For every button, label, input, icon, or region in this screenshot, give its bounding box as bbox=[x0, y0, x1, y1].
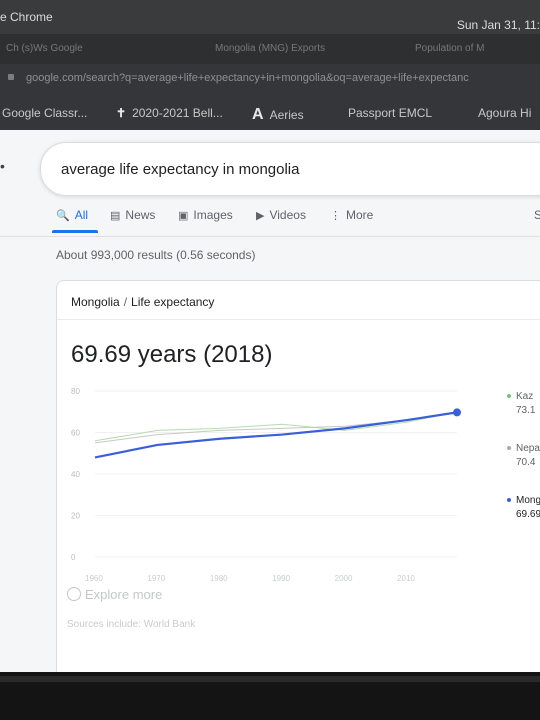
tab-1[interactable]: Ch (s)Ws Google bbox=[6, 43, 83, 54]
lock-icon bbox=[8, 74, 14, 80]
image-icon: ▣ bbox=[178, 210, 189, 222]
cross-icon: ✝ bbox=[116, 106, 127, 120]
bookmark-passport[interactable]: Passport EMCL bbox=[348, 106, 432, 120]
legend-value: 69.69 bbox=[516, 509, 540, 520]
google-logo-fragment-icon[interactable]: • bbox=[0, 158, 5, 174]
monitor-bezel bbox=[0, 672, 540, 720]
mac-menu-bar: e Chrome Sun Jan 31, 11: bbox=[0, 0, 540, 34]
tab-more[interactable]: ⋮ More bbox=[330, 208, 373, 222]
explore-label: Explore more bbox=[85, 587, 163, 602]
tab-label: Videos bbox=[269, 208, 306, 222]
bookmark-bell-schedule[interactable]: ✝ 2020-2021 Bell... bbox=[116, 106, 223, 120]
explore-icon bbox=[67, 587, 81, 601]
tab-label: More bbox=[346, 208, 374, 222]
tab-2[interactable]: Mongolia (MNG) Exports bbox=[215, 43, 325, 54]
news-icon: ▤ bbox=[110, 210, 121, 222]
y-tick-label: 80 bbox=[71, 387, 80, 396]
address-bar[interactable]: google.com/search?q=average+life+expecta… bbox=[0, 64, 540, 94]
bookmark-google-classroom[interactable]: Google Classr... bbox=[2, 106, 87, 120]
divider bbox=[57, 319, 540, 320]
legend-name: Kaz bbox=[516, 391, 534, 402]
y-tick-label: 20 bbox=[71, 512, 80, 521]
active-tab-indicator bbox=[52, 230, 98, 233]
more-icon: ⋮ bbox=[330, 210, 341, 222]
series-line-mong[interactable] bbox=[94, 411, 458, 459]
series-line-kaz[interactable] bbox=[94, 411, 458, 442]
legend-dot bbox=[507, 498, 511, 503]
tab-videos[interactable]: ▶ Videos bbox=[256, 208, 306, 222]
tab-all[interactable]: 🔍 All bbox=[52, 208, 98, 233]
url-text[interactable]: google.com/search?q=average+life+expecta… bbox=[26, 72, 469, 84]
aeries-logo-icon: A bbox=[252, 106, 264, 123]
y-tick-label: 60 bbox=[71, 429, 80, 438]
tab-images[interactable]: ▣ Images bbox=[178, 208, 233, 222]
breadcrumb: Mongolia / Life expectancy bbox=[71, 295, 214, 309]
bookmark-label: Agoura Hi bbox=[478, 106, 532, 120]
clock: Sun Jan 31, 11: bbox=[456, 18, 540, 32]
bookmark-label: Google Classr... bbox=[2, 106, 88, 120]
results-count: About 993,000 results (0.56 seconds) bbox=[56, 248, 256, 262]
legend-item-kazakhstan[interactable]: Kaz 73.1 bbox=[507, 391, 535, 416]
x-tick-label: 1970 bbox=[147, 574, 165, 583]
legend-item-nepal[interactable]: Nepa 70.4 bbox=[507, 443, 540, 468]
legend-name: Nepa bbox=[516, 443, 540, 454]
tab-label: News bbox=[125, 208, 156, 222]
series-endpoint[interactable] bbox=[453, 408, 461, 417]
x-tick-label: 2000 bbox=[335, 574, 353, 583]
explore-more-link[interactable]: Explore more bbox=[67, 587, 162, 602]
tab-label: Images bbox=[193, 208, 233, 222]
breadcrumb-topic: Life expectancy bbox=[131, 295, 215, 309]
tab-3[interactable]: Population of M bbox=[415, 43, 485, 54]
legend-value: 73.1 bbox=[516, 405, 536, 416]
bookmarks-bar: Google Classr... ✝ 2020-2021 Bell... A Aer… bbox=[0, 94, 540, 130]
x-tick-label: 1960 bbox=[85, 574, 103, 583]
settings-tab[interactable]: S bbox=[534, 208, 540, 222]
breadcrumb-country[interactable]: Mongolia bbox=[71, 295, 120, 309]
video-icon: ▶ bbox=[256, 210, 265, 222]
x-tick-label: 1980 bbox=[210, 574, 228, 583]
x-tick-label: 1990 bbox=[272, 574, 290, 583]
search-type-tabs: 🔍 All ▤ News ▣ Images ▶ Videos ⋮ More S bbox=[52, 204, 540, 236]
app-menu[interactable]: e Chrome bbox=[0, 10, 53, 24]
y-tick-label: 0 bbox=[71, 553, 76, 562]
legend-name: Mong bbox=[516, 495, 540, 506]
bezel-glare bbox=[0, 676, 540, 682]
bookmark-aeries[interactable]: A Aeries bbox=[252, 106, 304, 124]
y-tick-label: 40 bbox=[71, 470, 80, 479]
legend-item-mongolia[interactable]: Mong 69.69 bbox=[507, 495, 540, 520]
breadcrumb-separator: / bbox=[123, 295, 128, 309]
divider bbox=[0, 236, 540, 237]
legend-dot bbox=[507, 446, 511, 451]
headline-value: 69.69 years (2018) bbox=[71, 341, 273, 368]
browser-tab-strip: Ch (s)Ws Google Mongolia (MNG) Exports P… bbox=[0, 34, 540, 64]
search-icon: 🔍 bbox=[56, 210, 70, 222]
bookmark-label: Aeries bbox=[269, 108, 304, 122]
bookmark-label: 2020-2021 Bell... bbox=[132, 106, 223, 120]
bookmark-agoura[interactable]: Agoura Hi bbox=[478, 106, 531, 120]
tab-label: All bbox=[74, 208, 89, 222]
sources-note: Sources include: World Bank bbox=[67, 619, 196, 630]
tab-news[interactable]: ▤ News bbox=[110, 208, 155, 222]
screen: e Chrome Sun Jan 31, 11: Ch (s)Ws Google… bbox=[0, 0, 540, 672]
search-input[interactable] bbox=[59, 157, 533, 181]
search-results-page: • 🔍 All ▤ News ▣ Images ▶ Videos ⋮ More S bbox=[0, 130, 540, 672]
knowledge-panel-card: Mongolia / Life expectancy 69.69 years (20… bbox=[56, 280, 540, 672]
legend-dot bbox=[507, 394, 511, 399]
life-expectancy-chart[interactable]: 80 60 40 20 0 1960 1970 1980 1990 2000 2010 bbox=[57, 377, 540, 597]
legend-value: 70.4 bbox=[516, 457, 536, 468]
bookmark-label: Passport EMCL bbox=[348, 106, 433, 120]
search-box[interactable] bbox=[40, 142, 540, 196]
x-tick-label: 2010 bbox=[397, 574, 415, 583]
series-line-nepa[interactable] bbox=[94, 411, 458, 444]
